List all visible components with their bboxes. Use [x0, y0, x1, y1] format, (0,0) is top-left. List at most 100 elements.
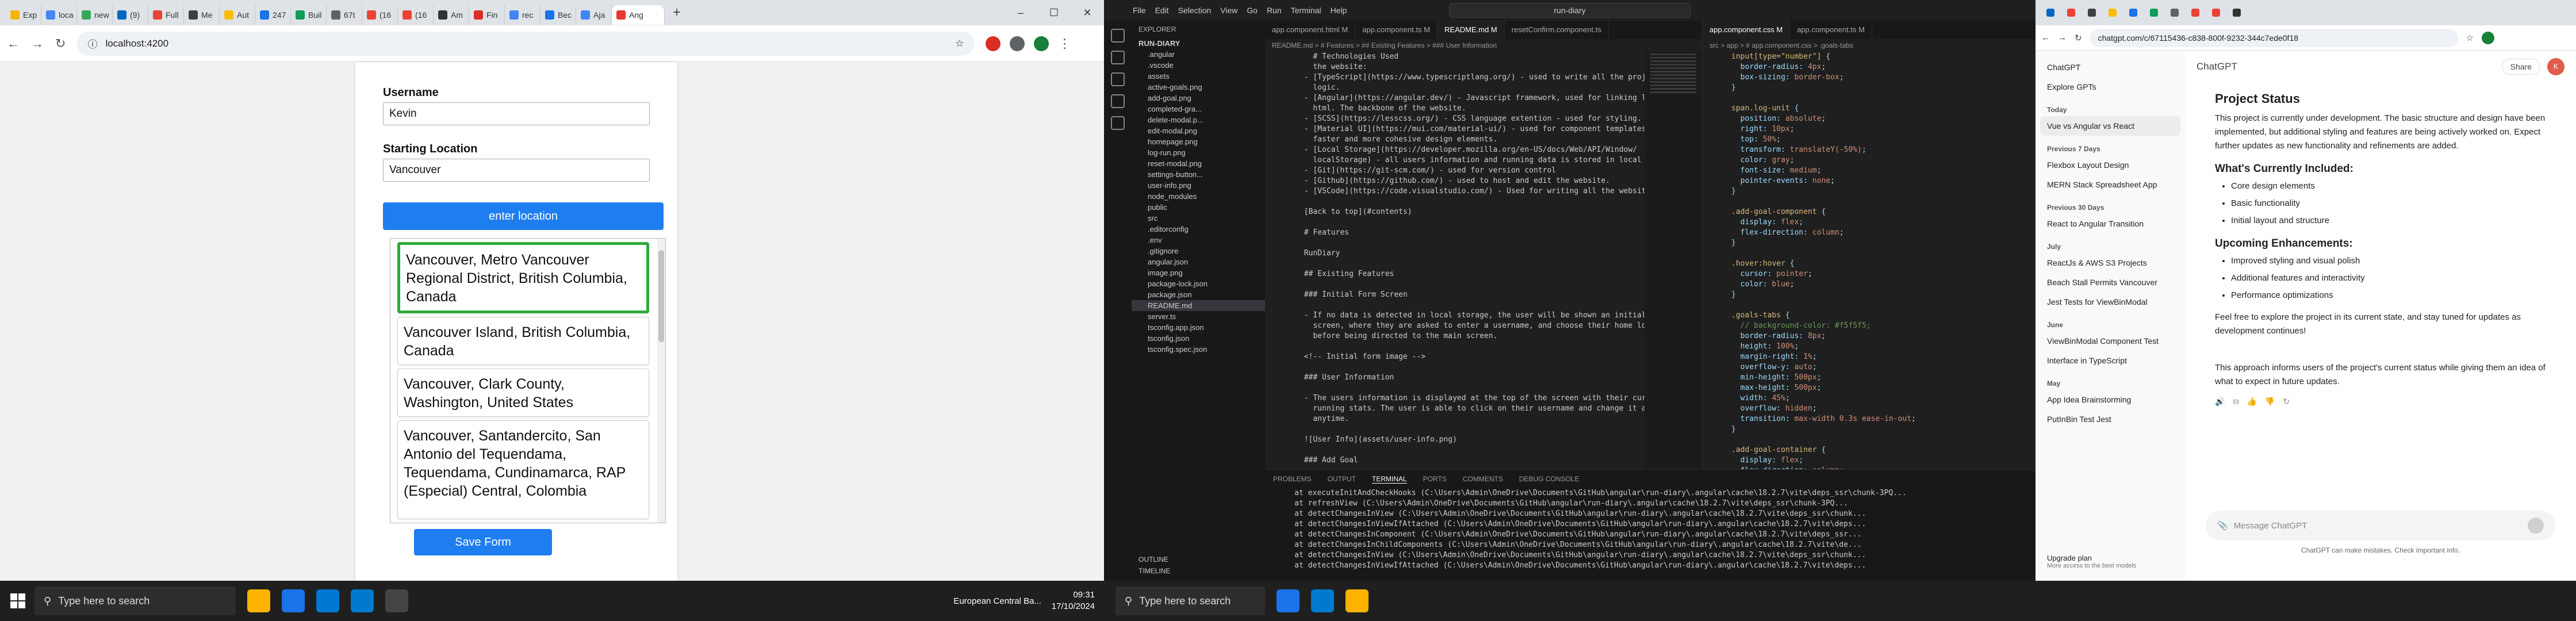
chrome-icon[interactable] — [282, 589, 305, 612]
sidebar-chat-item[interactable]: ReactJs & AWS S3 Projects — [2035, 253, 2185, 273]
file-tree-item[interactable]: node_modules — [1132, 191, 1265, 202]
message-input[interactable]: 📎 Message ChatGPT — [2206, 511, 2555, 540]
browser-tab[interactable]: (16 — [398, 5, 434, 25]
extensions-icon[interactable] — [1111, 116, 1125, 130]
browser-tab[interactable]: Full — [148, 5, 184, 25]
browser-tab[interactable] — [2102, 4, 2123, 21]
bookmark-star-icon[interactable]: ☆ — [2466, 33, 2474, 43]
browser-tab[interactable] — [2061, 4, 2082, 21]
browser-tab[interactable]: loca — [41, 5, 77, 25]
browser-tab[interactable]: Buil — [291, 5, 327, 25]
file-tree-item[interactable]: .angular — [1132, 49, 1265, 60]
menu-kebab-icon[interactable]: ⋮ — [1058, 36, 1071, 51]
sidebar-chat-item[interactable]: MERN Stack Spreadsheet App — [2035, 175, 2185, 194]
file-tree-item[interactable]: settings-button... — [1132, 169, 1265, 180]
file-tree-item[interactable]: src — [1132, 213, 1265, 224]
extensions-puzzle-icon[interactable] — [1010, 36, 1025, 51]
model-selector[interactable]: ChatGPT — [2196, 61, 2237, 72]
command-center[interactable]: run-diary — [1449, 3, 1690, 18]
scrollbar-thumb[interactable] — [658, 250, 664, 342]
file-tree-item[interactable]: assets — [1132, 71, 1265, 82]
browser-tab[interactable] — [2164, 4, 2185, 21]
outlook-icon[interactable] — [316, 589, 339, 612]
file-tree-item[interactable]: package.json — [1132, 289, 1265, 300]
sidebar-chat-item[interactable]: Flexbox Layout Design — [2035, 155, 2185, 175]
forward-icon[interactable]: → — [2058, 33, 2067, 43]
thumbs-down-icon[interactable]: 👎 — [2265, 394, 2275, 408]
editor-tab[interactable]: app.component.ts M — [1790, 21, 1872, 39]
sidebar-item-chatgpt[interactable]: ChatGPT — [2035, 57, 2185, 77]
results-scrollbar[interactable] — [657, 239, 665, 523]
chatgpt-address-bar[interactable]: chatgpt.com/c/67115436-c838-800f-9232-34… — [2090, 28, 2458, 47]
browser-tab[interactable]: 247 — [255, 5, 291, 25]
bookmark-star-icon[interactable]: ☆ — [955, 38, 964, 49]
file-tree-item[interactable]: .editorconfig — [1132, 224, 1265, 235]
attach-icon[interactable]: 📎 — [2217, 520, 2228, 531]
file-tree-item[interactable]: image.png — [1132, 267, 1265, 278]
file-tree-item[interactable]: tsconfig.app.json — [1132, 322, 1265, 333]
browser-tab[interactable]: Bec — [540, 5, 576, 25]
location-result-item[interactable]: Vancouver, Metro Vancouver Regional Dist… — [397, 242, 649, 313]
file-tree-item[interactable]: .vscode — [1132, 60, 1265, 71]
browser-tab[interactable] — [2206, 4, 2226, 21]
profile-avatar[interactable] — [2482, 31, 2495, 44]
reload-icon[interactable]: ↻ — [2075, 33, 2082, 43]
menu-item[interactable]: Terminal — [1291, 6, 1321, 15]
vscode-icon[interactable] — [351, 589, 374, 612]
menu-item[interactable]: Edit — [1155, 6, 1169, 15]
file-tree-item[interactable]: completed-gra... — [1132, 103, 1265, 114]
user-avatar[interactable]: K — [2547, 58, 2564, 75]
panel-tab[interactable]: DEBUG CONSOLE — [1519, 475, 1580, 483]
menu-item[interactable]: View — [1220, 6, 1237, 15]
file-explorer-icon[interactable] — [1346, 589, 1368, 612]
sidebar-chat-item[interactable]: Jest Tests for ViewBinModal — [2035, 292, 2185, 312]
regenerate-icon[interactable]: ↻ — [2283, 394, 2290, 408]
timeline-section[interactable]: TIMELINE — [1138, 567, 1170, 575]
browser-tab[interactable]: Me — [184, 5, 220, 25]
browser-tab[interactable]: 67t — [327, 5, 362, 25]
close-icon[interactable]: ✕ — [1071, 0, 1104, 25]
file-tree-item[interactable]: package-lock.json — [1132, 278, 1265, 289]
browser-tab[interactable]: Am — [434, 5, 469, 25]
file-tree-item[interactable]: public — [1132, 202, 1265, 213]
file-tree-item[interactable]: active-goals.png — [1132, 82, 1265, 93]
file-tree-item[interactable]: delete-modal.p... — [1132, 114, 1265, 125]
vscode-icon[interactable] — [1311, 589, 1334, 612]
panel-tab[interactable]: PROBLEMS — [1273, 475, 1312, 483]
panel-tab[interactable]: TERMINAL — [1372, 475, 1407, 484]
sidebar-chat-item[interactable]: Vue vs Angular vs React — [2040, 116, 2180, 136]
back-icon[interactable]: ← — [7, 36, 20, 51]
run-debug-icon[interactable] — [1111, 94, 1125, 108]
browser-tab[interactable]: Fin — [469, 5, 505, 25]
windows-start-icon[interactable] — [10, 593, 25, 608]
sidebar-chat-item[interactable]: ViewBinModal Component Test — [2035, 331, 2185, 351]
browser-tab[interactable]: (16 — [362, 5, 398, 25]
browser-tab[interactable]: Exp — [6, 5, 41, 25]
menu-item[interactable]: Help — [1331, 6, 1347, 15]
editor-tab[interactable]: app.component.css M — [1703, 21, 1791, 39]
panel-tab[interactable]: PORTS — [1423, 475, 1447, 483]
file-tree-item[interactable]: tsconfig.spec.json — [1132, 344, 1265, 355]
file-tree-item[interactable]: reset-modal.png — [1132, 158, 1265, 169]
speaker-icon[interactable]: 🔊 — [2215, 394, 2225, 408]
browser-tab[interactable] — [2123, 4, 2144, 21]
file-explorer-icon[interactable] — [247, 589, 270, 612]
browser-tab[interactable]: (9) — [113, 5, 148, 25]
outline-section[interactable]: OUTLINE — [1138, 555, 1168, 564]
back-icon[interactable]: ← — [2041, 33, 2050, 43]
copy-icon[interactable]: ⧉ — [2233, 394, 2238, 408]
upgrade-plan[interactable]: Upgrade plan More access to the best mod… — [2047, 554, 2136, 569]
extension-icon[interactable] — [986, 36, 1001, 51]
browser-tab[interactable]: new — [77, 5, 113, 25]
enter-location-button[interactable]: enter location — [383, 202, 664, 230]
browser-tab[interactable]: Ang — [612, 5, 665, 25]
menu-item[interactable]: Run — [1267, 6, 1282, 15]
site-info-icon[interactable]: ⓘ — [87, 36, 97, 51]
menu-item[interactable]: Selection — [1178, 6, 1212, 15]
thumbs-up-icon[interactable]: 👍 — [2247, 394, 2256, 408]
menu-item[interactable]: Go — [1247, 6, 1258, 15]
file-tree-item[interactable]: README.md — [1132, 300, 1265, 311]
browser-tab[interactable] — [2144, 4, 2164, 21]
panel-tab[interactable]: OUTPUT — [1328, 475, 1356, 483]
location-result-item[interactable]: Vancouver, Clark County, Washington, Uni… — [397, 369, 649, 417]
